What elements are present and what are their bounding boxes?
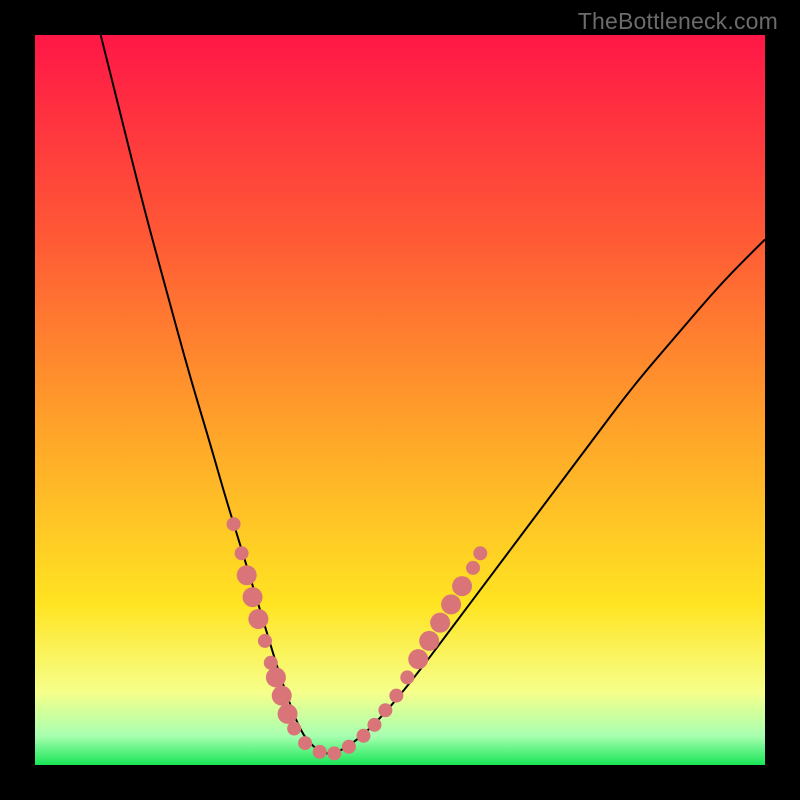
curve-marker (400, 670, 414, 684)
curve-marker (357, 729, 371, 743)
curve-marker (227, 517, 241, 531)
curve-marker (248, 609, 268, 629)
curve-marker (272, 686, 292, 706)
curve-marker (266, 667, 286, 687)
chart-frame: TheBottleneck.com (0, 0, 800, 800)
curve-marker (235, 546, 249, 560)
curve-marker (327, 746, 341, 760)
curve-marker (466, 561, 480, 575)
curve-marker (313, 745, 327, 759)
curve-marker (408, 649, 428, 669)
curve-marker (473, 546, 487, 560)
watermark-text: TheBottleneck.com (578, 8, 778, 35)
curve-marker (243, 587, 263, 607)
curve-marker (419, 631, 439, 651)
curve-marker (378, 703, 392, 717)
curve-marker (367, 718, 381, 732)
curve-marker (389, 689, 403, 703)
curve-marker (237, 565, 257, 585)
curve-marker (441, 594, 461, 614)
curve-marker (452, 576, 472, 596)
curve-marker (258, 634, 272, 648)
plot-area (35, 35, 765, 765)
curve-marker (278, 704, 298, 724)
chart-svg (35, 35, 765, 765)
curve-marker (430, 613, 450, 633)
curve-marker (287, 722, 301, 736)
curve-marker (298, 736, 312, 750)
curve-marker (342, 740, 356, 754)
